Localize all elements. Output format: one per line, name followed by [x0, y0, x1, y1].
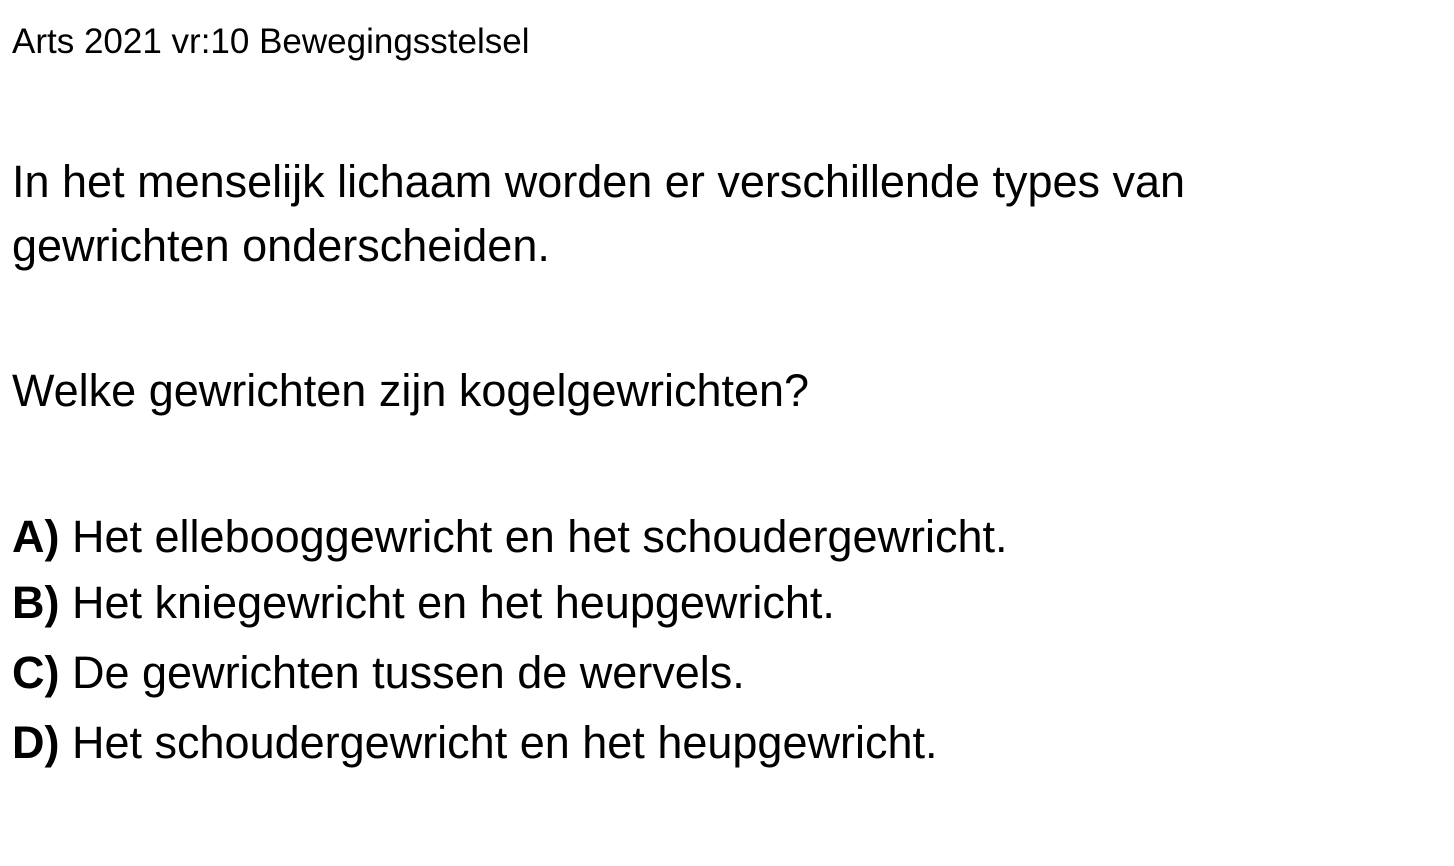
option-letter: A)	[12, 511, 60, 562]
option-text: Het kniegewricht en het heupgewricht.	[59, 577, 835, 628]
option-b: B) Het kniegewricht en het heupgewricht.	[12, 577, 835, 629]
option-text: De gewrichten tussen de wervels.	[59, 647, 745, 698]
option-text: Het schoudergewricht en het heupgewricht…	[59, 717, 938, 768]
slide-title: Arts 2021 vr:10 Bewegingsstelsel	[12, 22, 530, 61]
intro-line-1: In het menselijk lichaam worden er versc…	[12, 156, 1186, 207]
intro-line-2: gewrichten onderscheiden.	[12, 220, 550, 271]
option-letter: D)	[12, 717, 60, 768]
option-text: Het ellebooggewricht en het schoudergewr…	[59, 511, 1008, 562]
option-letter: B)	[12, 577, 60, 628]
question: Welke gewrichten zijn kogelgewrichten?	[12, 365, 810, 416]
option-d: D) Het schoudergewricht en het heupgewri…	[12, 717, 938, 769]
option-letter: C)	[12, 647, 60, 698]
option-a: A) Het ellebooggewricht en het schouderg…	[12, 511, 1008, 563]
option-c: C) De gewrichten tussen de wervels.	[12, 647, 745, 699]
